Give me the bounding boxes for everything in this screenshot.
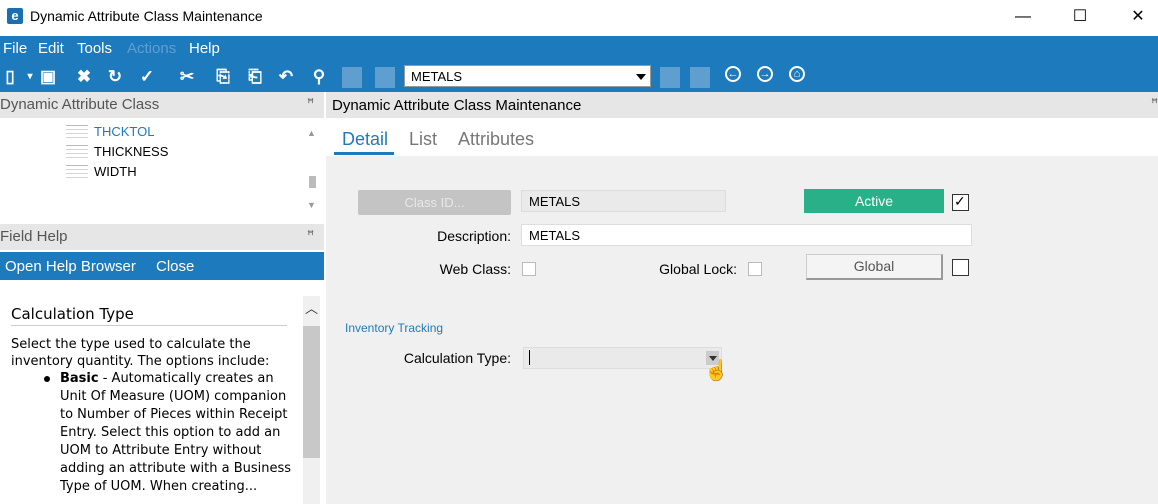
tree-item-label: WIDTH bbox=[94, 164, 137, 179]
help-bullet-term: Basic bbox=[60, 371, 99, 386]
description-value: METALS bbox=[529, 228, 581, 243]
bullet-icon bbox=[44, 376, 50, 382]
new-icon[interactable]: ▯ bbox=[0, 67, 20, 87]
find-icon[interactable]: ⚲ bbox=[309, 67, 329, 87]
class-tree: THCKTOL THICKNESS WIDTH bbox=[0, 119, 324, 223]
last-record-icon[interactable] bbox=[690, 67, 710, 88]
paste-icon[interactable]: ⎗ bbox=[245, 67, 265, 87]
class-id-field[interactable]: METALS bbox=[521, 190, 726, 212]
tree-item-label: THICKNESS bbox=[94, 144, 169, 159]
active-checkbox[interactable] bbox=[952, 193, 969, 211]
description-field[interactable]: METALS bbox=[521, 224, 972, 246]
maximize-button[interactable]: ☐ bbox=[1068, 6, 1092, 28]
help-bullet-item: Basic - Automatically creates an Unit Of… bbox=[60, 370, 300, 496]
clear-icon[interactable]: ✓ bbox=[137, 67, 157, 87]
global-lock-checkbox[interactable] bbox=[748, 262, 762, 276]
main-title: Dynamic Attribute Class Maintenance bbox=[332, 97, 582, 114]
calculation-type-label: Calculation Type: bbox=[403, 350, 511, 366]
global-lock-label: Global Lock: bbox=[659, 261, 737, 277]
chevron-down-icon bbox=[636, 74, 646, 80]
hand-cursor-icon: ☝ bbox=[704, 360, 729, 382]
undo-icon[interactable]: ↶ bbox=[276, 67, 296, 87]
tab-detail[interactable]: Detail bbox=[342, 129, 388, 150]
menu-file[interactable]: File bbox=[3, 40, 27, 57]
class-id-button[interactable]: Class ID... bbox=[358, 190, 511, 215]
pin-icon[interactable]: ꟸ bbox=[1151, 96, 1158, 110]
field-help-title: Field Help bbox=[0, 228, 68, 245]
first-record-icon[interactable] bbox=[342, 67, 362, 88]
global-button[interactable]: Global bbox=[806, 254, 943, 280]
calculation-type-select[interactable] bbox=[523, 347, 722, 369]
help-content: Calculation Type Select the type used to… bbox=[0, 280, 324, 504]
help-actions-bar: Open Help Browser Close bbox=[0, 252, 324, 280]
menu-tools[interactable]: Tools bbox=[77, 40, 112, 57]
pin-icon[interactable]: ꟸ bbox=[307, 96, 314, 110]
next-record-icon[interactable] bbox=[660, 67, 680, 88]
scroll-down-icon[interactable]: ▼ bbox=[307, 200, 316, 210]
cut-icon[interactable]: ✂ bbox=[177, 67, 197, 87]
web-class-checkbox[interactable] bbox=[522, 262, 536, 276]
description-label: Description: bbox=[437, 228, 511, 244]
back-circle-icon[interactable]: ← bbox=[725, 66, 741, 82]
scroll-thumb[interactable] bbox=[303, 326, 320, 458]
tab-list[interactable]: List bbox=[409, 129, 437, 150]
document-icon bbox=[66, 125, 88, 140]
text-caret bbox=[529, 350, 530, 365]
class-tree-title: Dynamic Attribute Class bbox=[0, 96, 160, 113]
app-logo-icon: e bbox=[7, 8, 23, 24]
scroll-up-icon[interactable]: ︿ bbox=[305, 298, 318, 317]
menu-bar: File Edit Tools Actions Help bbox=[0, 36, 1158, 62]
scroll-up-icon[interactable]: ▲ bbox=[307, 128, 316, 138]
title-bar: e Dynamic Attribute Class Maintenance — … bbox=[0, 0, 1158, 34]
copy-icon[interactable]: ⎘ bbox=[213, 67, 233, 87]
save-icon[interactable]: ▣ bbox=[38, 67, 58, 87]
forward-circle-icon[interactable]: → bbox=[757, 66, 773, 82]
tab-attributes[interactable]: Attributes bbox=[458, 129, 534, 150]
home-circle-icon[interactable]: ⌂ bbox=[789, 66, 805, 82]
delete-icon[interactable]: ✖ bbox=[74, 67, 94, 87]
help-bullet-text: - Automatically creates an Unit Of Measu… bbox=[60, 371, 292, 494]
scroll-thumb[interactable] bbox=[309, 176, 316, 188]
class-tree-header: Dynamic Attribute Class ꟸ bbox=[0, 92, 324, 118]
help-topic-title: Calculation Type bbox=[11, 305, 287, 326]
new-dropdown-icon[interactable]: ▾ bbox=[20, 67, 40, 87]
help-scrollbar[interactable]: ︿ bbox=[303, 296, 320, 504]
tree-item-label: THCKTOL bbox=[94, 124, 155, 139]
web-class-label: Web Class: bbox=[439, 261, 511, 277]
tree-scrollbar[interactable]: ▲ ▼ bbox=[306, 124, 320, 216]
open-help-browser-link[interactable]: Open Help Browser bbox=[5, 258, 136, 275]
inventory-tracking-section: Inventory Tracking bbox=[345, 321, 444, 335]
menu-help[interactable]: Help bbox=[189, 40, 220, 57]
active-tab-indicator bbox=[334, 152, 394, 155]
pin-icon[interactable]: ꟸ bbox=[307, 228, 314, 242]
menu-edit[interactable]: Edit bbox=[38, 40, 64, 57]
close-window-button[interactable]: ✕ bbox=[1126, 6, 1150, 28]
class-id-value: METALS bbox=[529, 194, 581, 209]
active-button[interactable]: Active bbox=[804, 189, 944, 213]
document-icon bbox=[66, 165, 88, 180]
main-header: Dynamic Attribute Class Maintenance ꟸ bbox=[326, 92, 1158, 118]
record-selector-value: METALS bbox=[411, 69, 463, 84]
window-title: Dynamic Attribute Class Maintenance bbox=[30, 8, 263, 24]
global-checkbox[interactable] bbox=[952, 259, 969, 276]
previous-record-icon[interactable] bbox=[375, 67, 395, 88]
refresh-icon[interactable]: ↻ bbox=[105, 67, 125, 87]
field-help-header: Field Help ꟸ bbox=[0, 224, 324, 250]
document-icon bbox=[66, 145, 88, 160]
tab-bar: Detail List Attributes bbox=[326, 118, 1158, 156]
menu-actions[interactable]: Actions bbox=[127, 40, 176, 57]
help-intro: Select the type used to calculate the in… bbox=[11, 337, 270, 369]
minimize-button[interactable]: — bbox=[1011, 6, 1035, 28]
close-help-link[interactable]: Close bbox=[156, 258, 194, 275]
record-selector[interactable]: METALS bbox=[404, 65, 651, 87]
